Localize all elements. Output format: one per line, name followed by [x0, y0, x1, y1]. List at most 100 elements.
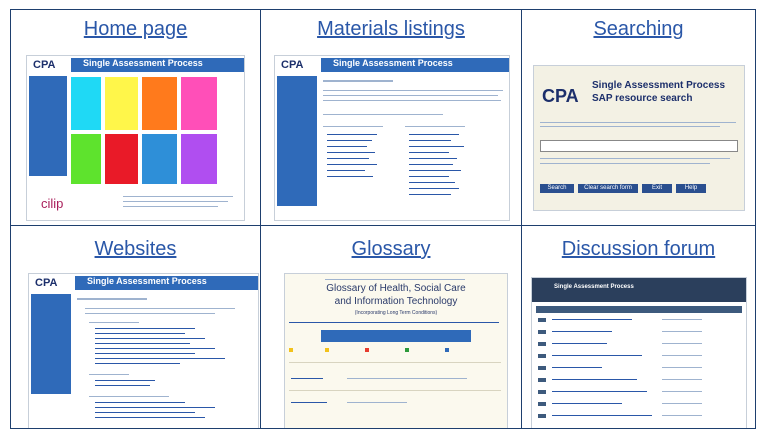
sidebar: [29, 76, 67, 176]
list-item: [409, 188, 459, 189]
help-button[interactable]: Help: [676, 184, 706, 193]
clear-search-button[interactable]: Clear search form: [578, 184, 638, 193]
list-item: [95, 407, 215, 408]
text-line: [123, 196, 233, 197]
list-item: [95, 353, 195, 354]
topic-row[interactable]: [552, 391, 647, 392]
home-page-link[interactable]: Home page: [11, 18, 260, 41]
tile: [105, 77, 138, 130]
legend-icon: [445, 348, 449, 352]
materials-listings-thumbnail[interactable]: CPA Single Assessment Process: [275, 56, 509, 220]
glossary-title-line1: Glossary of Health, Social Care: [326, 283, 466, 294]
text-line: [85, 313, 215, 314]
divider: [289, 362, 501, 363]
list-item: [409, 176, 449, 177]
list-item: [327, 134, 377, 135]
exit-button[interactable]: Exit: [642, 184, 672, 193]
topic-meta: [662, 319, 702, 320]
search-input[interactable]: [540, 140, 738, 152]
tile: [71, 77, 101, 130]
tile: [181, 134, 217, 184]
sidebar: [31, 294, 71, 394]
topic-meta: [662, 343, 702, 344]
topic-row[interactable]: [552, 319, 632, 320]
text-line: [405, 126, 465, 127]
topic-icon: [538, 402, 546, 406]
materials-listings-link[interactable]: Materials listings: [261, 18, 521, 41]
discussion-forum-thumbnail[interactable]: Single Assessment Process: [532, 278, 746, 428]
search-banner-sub: SAP resource search: [592, 93, 693, 104]
list-item: [95, 328, 195, 329]
text-line: [89, 396, 169, 397]
glossary-title-line2: and Information Technology: [334, 296, 458, 307]
list-item: [95, 412, 195, 413]
glossary-thumbnail[interactable]: Glossary of Health, Social Care and Info…: [285, 274, 507, 428]
topic-meta: [662, 415, 702, 416]
cell-glossary: Glossary Glossary of Health, Social Care…: [261, 226, 521, 428]
home-page-thumbnail[interactable]: CPA Single Assessment Process cilip: [27, 56, 244, 220]
legend-icon: [405, 348, 409, 352]
text-line: [89, 322, 139, 323]
topic-meta: [662, 379, 702, 380]
notice-box: [321, 330, 471, 342]
cpa-logo: CPA: [542, 86, 579, 106]
list-item: [95, 402, 185, 403]
topic-row[interactable]: [552, 403, 622, 404]
text-line: [85, 308, 235, 309]
search-button[interactable]: Search: [540, 184, 574, 193]
topic-row[interactable]: [552, 379, 637, 380]
searching-thumbnail[interactable]: CPA Single Assessment Process SAP resour…: [534, 66, 744, 210]
topic-row[interactable]: [552, 415, 652, 416]
list-item: [409, 140, 451, 141]
list-item: [95, 338, 205, 339]
text-line: [123, 201, 228, 202]
text-line: [323, 80, 393, 82]
topic-icon: [538, 390, 546, 394]
topic-meta: [662, 367, 702, 368]
tile: [105, 134, 138, 184]
topic-row[interactable]: [552, 331, 612, 332]
websites-thumbnail[interactable]: CPA Single Assessment Process: [29, 274, 258, 428]
list-item: [327, 146, 367, 147]
topic-meta: [662, 403, 702, 404]
topic-icon: [538, 414, 546, 418]
alphabet-bar[interactable]: [289, 322, 499, 323]
text-line: [325, 279, 465, 280]
list-item: [409, 152, 449, 153]
discussion-forum-link[interactable]: Discussion forum: [522, 238, 755, 261]
sidebar: [277, 76, 317, 206]
searching-link[interactable]: Searching: [522, 18, 755, 41]
list-item: [95, 343, 190, 344]
list-item: [95, 363, 180, 364]
forum-table-header: [536, 306, 742, 313]
cell-materials-listings: Materials listings CPA Single Assessment…: [261, 10, 521, 225]
list-item: [95, 380, 155, 381]
divider: [289, 390, 501, 391]
topic-row[interactable]: [552, 343, 607, 344]
websites-link[interactable]: Websites: [11, 238, 260, 261]
topic-row[interactable]: [552, 355, 642, 356]
list-item: [95, 417, 205, 418]
text-line: [323, 114, 443, 115]
legend-icon: [365, 348, 369, 352]
list-item: [409, 182, 455, 183]
list-item: [327, 170, 365, 171]
glossary-link[interactable]: Glossary: [261, 238, 521, 261]
list-item: [327, 164, 377, 165]
list-item: [327, 176, 373, 177]
topic-icon: [538, 354, 546, 358]
topic-row[interactable]: [552, 367, 602, 368]
tile: [142, 134, 177, 184]
term: [291, 402, 327, 403]
list-item: [327, 152, 375, 153]
topic-meta: [662, 355, 702, 356]
definition: [347, 378, 467, 379]
cilip-logo: cilip: [41, 196, 64, 211]
text-line: [540, 122, 736, 123]
topic-icon: [538, 318, 546, 322]
text-line: [89, 374, 129, 375]
text-line: [540, 126, 720, 127]
topic-icon: [538, 378, 546, 382]
banner: Single Assessment Process: [75, 276, 258, 290]
definition: [347, 402, 407, 403]
